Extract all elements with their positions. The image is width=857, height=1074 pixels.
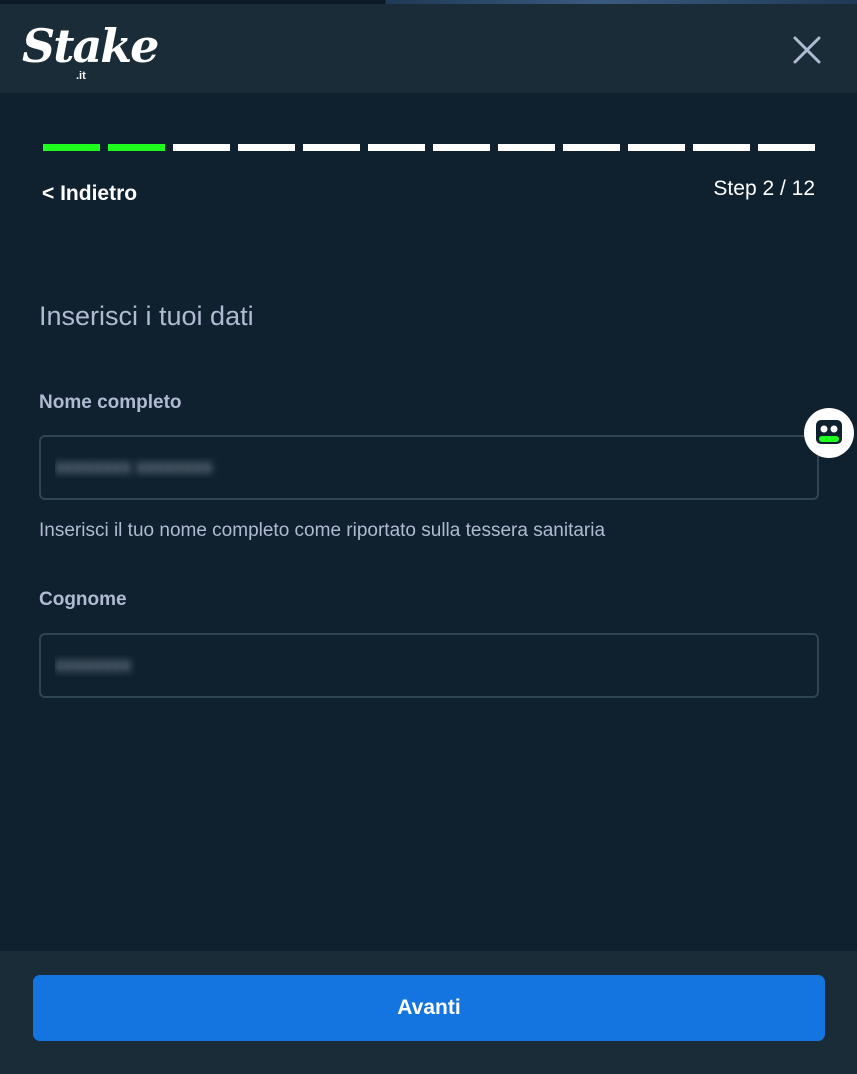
close-button[interactable] (787, 30, 827, 70)
progress-segment (368, 144, 425, 151)
stake-logo: Stake .it (22, 18, 159, 82)
progress-segment (238, 144, 295, 151)
step-counter: Step 2 / 12 (713, 177, 815, 200)
modal-header: Stake .it (0, 4, 857, 93)
surname-label: Cognome (39, 589, 127, 610)
step-progress-bar (43, 144, 815, 151)
registration-modal: Stake .it < Indietro Step 2 / 12 Inseris… (0, 0, 857, 1074)
progress-segment (43, 144, 100, 151)
progress-segment (693, 144, 750, 151)
surname-input[interactable] (39, 633, 819, 698)
progress-segment (498, 144, 555, 151)
progress-segment (303, 144, 360, 151)
progress-segment (433, 144, 490, 151)
logo-tld: .it (76, 70, 86, 82)
progress-segment (628, 144, 685, 151)
back-link[interactable]: < Indietro (42, 180, 137, 208)
full-name-label: Nome completo (39, 392, 182, 413)
robot-icon (816, 420, 842, 444)
full-name-input[interactable] (39, 435, 819, 500)
progress-segment (563, 144, 620, 151)
close-icon (793, 36, 821, 64)
section-title: Inserisci i tuoi dati (39, 301, 254, 331)
progress-segment (758, 144, 815, 151)
next-button[interactable]: Avanti (33, 975, 825, 1041)
full-name-helper: Inserisci il tuo nome completo come ripo… (39, 520, 606, 541)
assistant-bot-button[interactable] (804, 408, 854, 458)
progress-segment (108, 144, 165, 151)
logo-wordmark: Stake (22, 19, 159, 73)
progress-segment (173, 144, 230, 151)
